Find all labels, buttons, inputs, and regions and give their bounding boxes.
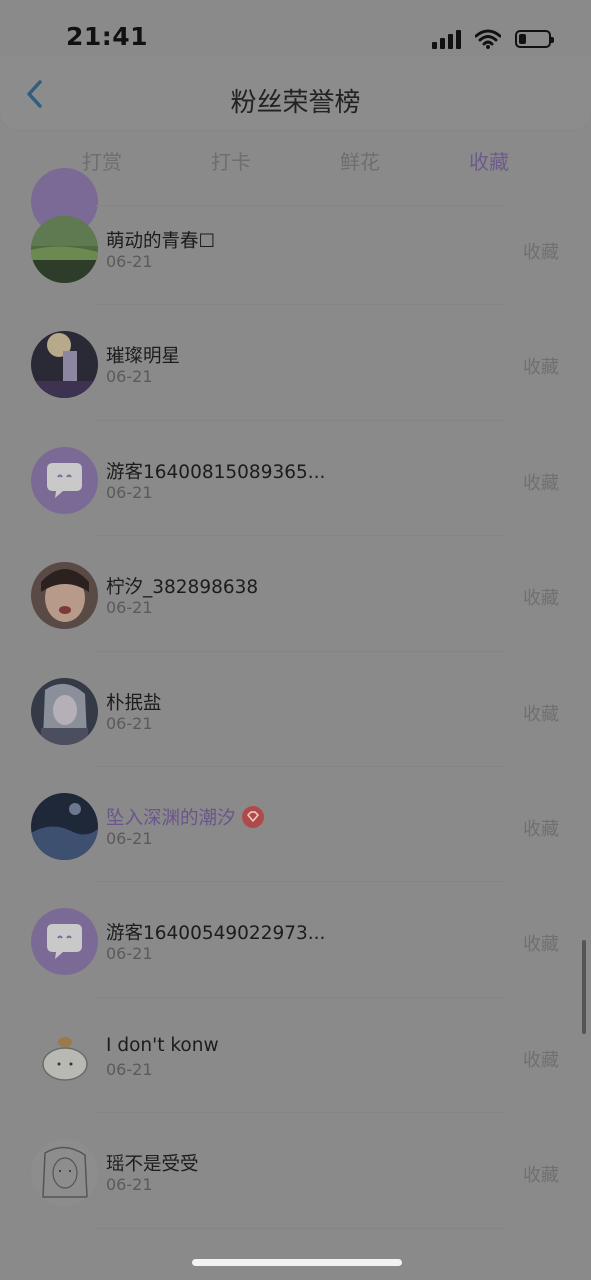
user-name: 瑶不是受受 — [106, 1150, 199, 1176]
list-item[interactable]: 游客1640081508936​5... 06-21 收藏 — [0, 421, 591, 537]
status-time: 21:41 — [66, 22, 149, 51]
avatar[interactable] — [31, 331, 98, 399]
page-title: 粉丝荣誉榜 — [230, 88, 361, 118]
avatar[interactable] — [31, 446, 98, 514]
user-name-text: 游客16400549022973... — [106, 923, 326, 945]
action-label: 收藏 — [523, 472, 559, 494]
item-date: 06-21 — [106, 252, 153, 271]
tab-favorites[interactable]: 收藏 — [449, 140, 529, 184]
item-date: 06-21 — [106, 482, 153, 502]
avatar[interactable] — [31, 908, 98, 976]
tab-checkin[interactable]: 打卡 — [191, 140, 271, 184]
action-label: 收藏 — [523, 1165, 559, 1187]
user-name: 璀璨明星 — [106, 342, 180, 368]
action-label: 收藏 — [523, 1049, 559, 1071]
user-name-text: 瑶不是受受 — [106, 1154, 199, 1176]
action-label: 收藏 — [523, 818, 559, 840]
avatar[interactable] — [31, 562, 98, 630]
wifi-icon — [475, 29, 501, 49]
list-item[interactable]: 朴抿盐 06-21 收藏 — [0, 652, 591, 768]
user-name: 坠入深渊的潮汐 — [106, 804, 264, 830]
item-date: 06-21 — [106, 598, 153, 618]
user-name: 萌动的青春☐ — [106, 227, 215, 253]
list-item[interactable]: 瑶不是受受 06-21 收藏 — [0, 1113, 591, 1229]
status-icons — [432, 26, 554, 52]
list-items: 萌动的青春☐ 06-21 收藏 璀璨明星 06-21 收藏 游客1640081508936​… — [0, 190, 591, 1229]
status-bar: 21:41 — [0, 0, 591, 56]
list-item[interactable]: 坠入深渊的潮汐 06-21 收藏 — [0, 767, 591, 883]
tab-reward[interactable]: 打赏 — [62, 140, 142, 184]
avatar[interactable] — [31, 792, 98, 860]
user-name-text: 朴抿盐 — [106, 692, 162, 714]
item-date: 06-21 — [106, 713, 153, 733]
avatar[interactable] — [31, 1139, 98, 1207]
item-date: 06-21 — [106, 1175, 153, 1195]
user-name: 游客16400549022973... — [106, 919, 325, 945]
list-item[interactable]: 萌动的青春☐ 06-21 收藏 — [0, 190, 591, 306]
item-date: 06-21 — [106, 367, 153, 387]
item-date: 06-21 — [106, 1059, 153, 1079]
list-item[interactable]: 游客16400549022973... 06-21 收藏 — [0, 882, 591, 999]
action-label: 收藏 — [523, 357, 559, 379]
item-date: 06-21 — [106, 944, 153, 964]
nav-bar: 粉丝荣誉榜 — [0, 56, 591, 130]
user-name: 柠汐_382898638 — [106, 573, 258, 599]
list-item[interactable]: I don't konw 06-21 收藏 — [0, 998, 591, 1114]
user-name-text: 璀璨明星 — [106, 346, 181, 368]
user-name-text: 坠入深渊的潮汐 — [106, 807, 236, 829]
user-name-text: I don't konw — [106, 1034, 219, 1056]
tab-bar: 打赏 打卡 鲜花 收藏 — [0, 140, 591, 184]
scrollbar[interactable] — [582, 940, 586, 1034]
list-item[interactable]: 璀璨明星 06-21 收藏 — [0, 305, 591, 422]
action-label: 收藏 — [523, 588, 559, 610]
avatar[interactable] — [31, 1023, 98, 1091]
action-label: 收藏 — [523, 703, 559, 725]
list-item[interactable]: 柠汐_382898638 06-21 收藏 — [0, 536, 591, 652]
user-name-text: 柠汐_382898638 — [106, 577, 259, 599]
cellular-signal-icon — [432, 29, 461, 49]
action-label: 收藏 — [523, 934, 559, 956]
user-name: 游客1640081508936​5... — [106, 458, 325, 484]
user-name-text: 游客1640081508936​5... — [106, 461, 326, 483]
battery-icon — [515, 30, 554, 48]
tab-flowers[interactable]: 鲜花 — [320, 140, 400, 184]
item-date: 06-21 — [106, 828, 153, 848]
avatar[interactable] — [31, 677, 98, 745]
vip-diamond-icon — [241, 805, 264, 828]
user-name: I don't konw — [106, 1035, 219, 1056]
action-label: 收藏 — [523, 242, 559, 263]
fan-list[interactable]: 萌动的青春☐ 06-21 收藏 璀璨明星 06-21 收藏 游客1640081508936​… — [0, 130, 591, 1280]
user-name: 朴抿盐 — [106, 689, 162, 715]
home-indicator[interactable] — [192, 1259, 402, 1266]
user-name-text: 萌动的青春☐ — [106, 231, 216, 252]
avatar[interactable] — [31, 216, 98, 283]
